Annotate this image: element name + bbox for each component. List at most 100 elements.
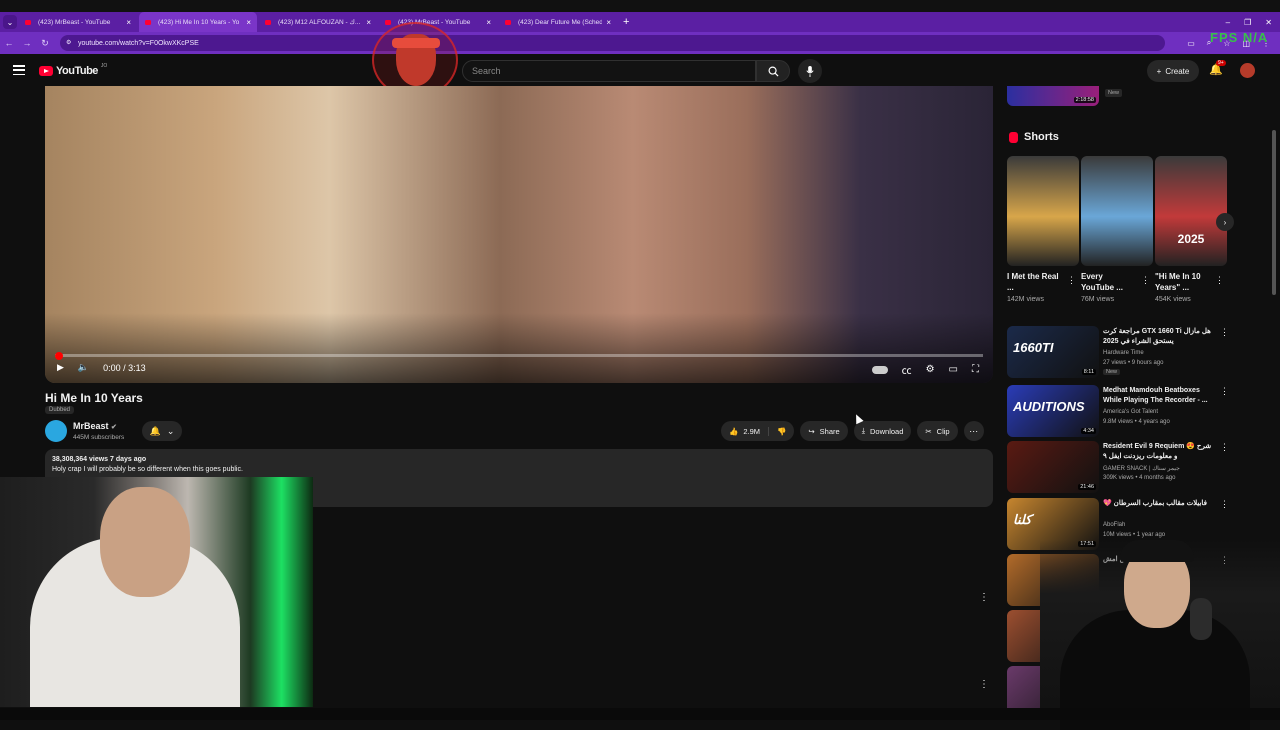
sidebar-top-thumbnail[interactable]: 2:18:58 [1007,86,1099,106]
video-player[interactable]: ▶ 🔈 0:00 / 3:13 ㏄ ⚙ ▭ ⛶ [45,86,993,383]
site-info-icon[interactable]: ⚙ [66,39,71,46]
logo-country-code: JO [100,63,108,69]
browser-tab-active[interactable]: (423) Hi Me In 10 Years - Yo × [139,12,257,32]
shorts-title-text: Shorts [1024,131,1059,143]
channel-avatar[interactable] [45,420,67,442]
search-input[interactable]: Search [462,60,756,82]
webcam-overlay-left [0,477,313,707]
account-avatar[interactable] [1240,63,1255,78]
captions-icon[interactable]: ㏄ [902,362,912,377]
video-title[interactable]: مراجعة كرت GTX 1660 Ti هل مازال يستحق ال… [1103,327,1213,347]
video-thumbnail[interactable]: 1660TI 8:11 [1007,326,1099,378]
scrollbar[interactable] [1272,130,1276,295]
short-more-icon[interactable]: ⋮ [1067,275,1076,286]
video-thumbnail[interactable]: 21:46 [1007,441,1099,493]
browser-tab[interactable]: (423) Dear Future Me (Schedul × [499,12,617,32]
reload-icon[interactable]: ↻ [36,38,54,49]
comment-more-icon[interactable]: ⋮ [979,679,989,690]
progress-scrubber[interactable] [55,351,63,360]
play-icon[interactable]: ▶ [57,362,64,373]
like-dislike-group: 👍 2.9M 👎 [721,421,795,441]
close-tab-icon[interactable]: × [366,18,371,27]
video-title[interactable]: 💖 فابيلات مقالب بمقارب السرطان [1103,499,1213,509]
like-button[interactable]: 👍 2.9M [721,426,770,436]
comment-more-icon[interactable]: ⋮ [979,592,989,603]
search-button[interactable] [756,60,790,82]
shorts-next-button[interactable]: › [1216,213,1234,231]
youtube-logo[interactable]: YouTube JO [39,63,108,77]
theater-mode-icon[interactable]: ▭ [949,364,958,375]
channel-name-text: MrBeast [73,421,109,431]
autoplay-toggle[interactable] [871,365,888,374]
search-icon [768,66,779,77]
back-icon[interactable]: ← [0,38,18,48]
clip-button[interactable]: ✂ Clip [917,421,958,441]
webcam-overlay-right [1040,540,1280,730]
short-more-icon[interactable]: ⋮ [1215,275,1224,286]
share-button[interactable]: ↪ Share [800,421,848,441]
minimize-icon[interactable]: – [1226,18,1230,27]
forward-icon[interactable]: → [18,38,36,48]
create-button[interactable]: + Create [1147,60,1199,82]
video-title[interactable]: Medhat Mamdouh Beatboxes While Playing T… [1103,386,1213,406]
suggested-video[interactable]: AUDITIONS 4:34 Medhat Mamdouh Beatboxes Wh… [1007,385,1229,439]
more-actions-button[interactable]: ⋯ [963,421,984,441]
close-tab-icon[interactable]: × [246,18,251,27]
suggested-video[interactable]: 21:46 Resident Evil 9 Requiem 😍 شرح و معل… [1007,441,1229,495]
short-overlay-text: 2025 [1177,232,1205,246]
video-more-icon[interactable]: ⋮ [1220,499,1229,510]
new-tab-button[interactable]: + [623,16,629,28]
close-tab-icon[interactable]: × [606,18,611,27]
player-gradient [45,313,993,383]
download-button[interactable]: ⤓ Download [853,421,912,441]
short-title[interactable]: Every YouTube ... [1081,271,1137,293]
volume-icon[interactable]: 🔈 [78,362,89,373]
subscription-bell-button[interactable]: 🔔 ⌄ [142,421,182,441]
view-count: 309K views • 4 months ago [1103,475,1176,481]
download-icon: ⤓ [861,426,866,435]
restore-icon[interactable]: ❐ [1244,18,1251,27]
short-views: 454K views [1155,296,1191,303]
close-tab-icon[interactable]: × [126,18,131,27]
thumbnail-text: كلنا [1013,512,1032,527]
short-thumbnail[interactable] [1081,156,1153,266]
shorts-icon [1009,131,1018,143]
voice-search-button[interactable] [798,59,822,83]
thumbnail-text: 1660TI [1013,340,1054,355]
short-title[interactable]: "Hi Me In 10 Years" ... [1155,271,1211,293]
tab-dropdown-button[interactable]: ⌄ [3,15,17,29]
short-thumbnail[interactable]: 2025 [1155,156,1227,266]
logo-text: YouTube [56,65,98,77]
close-tab-icon[interactable]: × [486,18,491,27]
dislike-button[interactable]: 👎 [769,427,794,436]
view-count: 27 views • 9 hours ago [1103,360,1164,366]
settings-gear-icon[interactable]: ⚙ [926,364,935,375]
hamburger-menu-icon[interactable] [13,65,25,75]
short-more-icon[interactable]: ⋮ [1141,275,1150,286]
webcam-person-head [100,487,190,597]
video-title[interactable]: Resident Evil 9 Requiem 😍 شرح و معلومات … [1103,442,1213,462]
video-more-icon[interactable]: ⋮ [1220,386,1229,397]
microphone-icon [806,65,814,77]
close-window-icon[interactable]: ✕ [1265,18,1272,27]
video-more-icon[interactable]: ⋮ [1220,327,1229,338]
channel-name[interactable]: MrBeast ✔ [73,421,117,431]
short-title[interactable]: I Met the Real ... [1007,271,1063,293]
browser-tab[interactable]: (423) M12 ALFOUZAN - ك... × [259,12,377,32]
top-strip [0,0,1280,12]
video-thumbnail[interactable]: AUDITIONS 4:34 [1007,385,1099,437]
short-thumbnail[interactable] [1007,156,1079,266]
progress-bar[interactable] [55,351,983,360]
youtube-favicon-icon [385,19,391,25]
fullscreen-icon[interactable]: ⛶ [972,364,979,375]
suggested-video[interactable]: 1660TI 8:11 مراجعة كرت GTX 1660 Ti هل مازا… [1007,326,1229,380]
video-duration: 21:46 [1078,484,1096,490]
notifications-button[interactable]: 🔔 9+ [1209,60,1226,76]
view-count: 10M views • 1 year ago [1103,532,1166,538]
new-badge: New [1103,369,1121,375]
url-field[interactable]: ⚙ youtube.com/watch?v=F0OkwXKcPSE [60,35,1165,51]
logo-mask [392,38,440,48]
browser-tab[interactable]: (423) MrBeast - YouTube × [19,12,137,32]
video-more-icon[interactable]: ⋮ [1220,442,1229,453]
cast-icon[interactable]: ▭ [1187,39,1195,48]
